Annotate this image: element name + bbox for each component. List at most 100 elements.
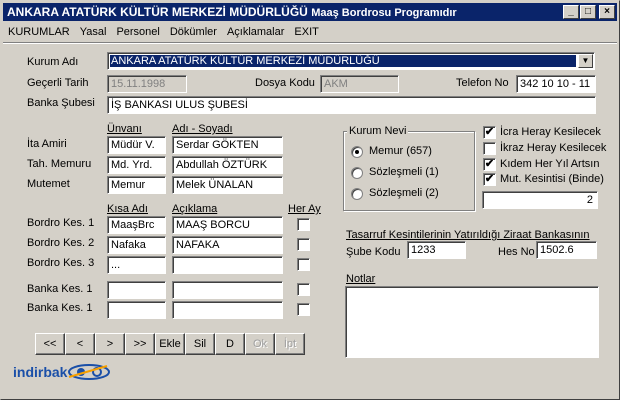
her-ay-header: Her Ay <box>288 203 321 215</box>
banka-kes-2-kisa-field[interactable] <box>107 301 166 319</box>
d-button[interactable]: D <box>215 333 245 355</box>
banka-kes-1-label: Banka Kes. 1 <box>27 283 93 295</box>
radio-sozlesmeli-2-label: Sözleşmeli (2) <box>369 187 439 199</box>
bordro-kes-1-her-ay-checkbox[interactable] <box>297 218 310 231</box>
banka-kes-2-label: Banka Kes. 1 <box>27 302 93 314</box>
kidem-checkbox[interactable]: ✔ <box>483 158 496 171</box>
bordro-kes-1-kisa-field[interactable]: MaaşBrc <box>107 216 166 234</box>
first-record-button[interactable]: << <box>35 333 65 355</box>
menu-aciklamalar-label: Açıklamalar <box>226 26 285 38</box>
window-subtitle: Maaş Bordrosu Programıdır <box>311 7 457 19</box>
title-bar: ANKARA ATATÜRK KÜLTÜR MERKEZİ MÜDÜRLÜĞÜ … <box>3 3 617 21</box>
logo-icon <box>68 364 111 380</box>
close-button[interactable]: × <box>599 5 615 19</box>
menu-kurumlar-label: KURUMLAR <box>8 26 70 38</box>
mutemet-ad-field[interactable]: Melek ÜNALAN <box>172 176 283 194</box>
radio-memur[interactable] <box>351 146 363 158</box>
bordro-kes-1-aciklama-field[interactable]: MAAŞ BORCU <box>172 216 283 234</box>
unvani-header: Ünvanı <box>107 123 142 135</box>
menu-bar: KURUMLAR Yasal Personel Dökümler Açıklam… <box>3 23 324 41</box>
radio-sozlesmeli-1-label: Sözleşmeli (1) <box>369 166 439 178</box>
menu-personel-label: Personel <box>116 26 160 38</box>
aciklama-header: Açıklama <box>172 203 218 215</box>
ok-button[interactable]: Ok <box>245 333 275 355</box>
prev-record-button[interactable]: < <box>65 333 95 355</box>
ita-amiri-label: İta Amiri <box>27 138 67 150</box>
kurum-adi-combo[interactable]: ANKARA ATATÜRK KÜLTÜR MERKEZİ MÜDÜRLÜĞÜ … <box>107 52 595 70</box>
chevron-down-icon[interactable]: ▼ <box>578 54 593 68</box>
menu-exit[interactable]: EXIT <box>289 23 323 41</box>
app-window: ANKARA ATATÜRK KÜLTÜR MERKEZİ MÜDÜRLÜĞÜ … <box>0 0 620 400</box>
ziraat-title: Tasarruf Kesintilerinin Yatırıldığı Zira… <box>346 229 590 241</box>
sube-kodu-field[interactable]: 1233 <box>407 241 466 259</box>
tah-memuru-label: Tah. Memuru <box>27 158 92 170</box>
dosya-kodu-label: Dosya Kodu <box>255 77 315 89</box>
tah-memuru-unvan-field[interactable]: Md. Yrd. <box>107 156 166 174</box>
banka-kes-1-aciklama-field[interactable] <box>172 281 283 299</box>
dosya-kodu-field[interactable]: AKM <box>320 75 399 93</box>
ita-amiri-unvan-field[interactable]: Müdür V. <box>107 136 166 154</box>
menu-kurumlar[interactable]: KURUMLAR <box>3 23 75 41</box>
hes-no-field[interactable]: 1502.6 <box>536 241 597 259</box>
kurum-adi-value: ANKARA ATATÜRK KÜLTÜR MERKEZİ MÜDÜRLÜĞÜ <box>110 55 576 67</box>
bordro-kes-2-label: Bordro Kes. 2 <box>27 237 95 249</box>
mutemet-label: Mutemet <box>27 178 70 190</box>
gecerli-tarih-field[interactable]: 15.11.1998 <box>107 75 187 93</box>
mutemet-unvan-field[interactable]: Memur <box>107 176 166 194</box>
sil-button[interactable]: Sil <box>185 333 215 355</box>
adi-soyadi-header: Adı - Soyadı <box>172 123 233 135</box>
telefon-field[interactable]: 342 10 10 - 11 <box>516 75 596 93</box>
last-record-button[interactable]: >> <box>125 333 155 355</box>
logo-text: indirbak <box>13 364 68 380</box>
radio-sozlesmeli-1[interactable] <box>351 167 363 179</box>
menu-exit-label: EXIT <box>294 26 319 38</box>
minimize-button[interactable]: _ <box>563 5 579 19</box>
indirbak-logo: indirbak <box>13 363 111 381</box>
window-controls: _ □ × <box>562 5 615 19</box>
mut-kesintisi-checkbox[interactable]: ✔ <box>483 173 496 186</box>
banka-kes-1-her-ay-checkbox[interactable] <box>297 283 310 296</box>
banka-kes-2-her-ay-checkbox[interactable] <box>297 303 310 316</box>
bordro-kes-3-her-ay-checkbox[interactable] <box>297 258 310 271</box>
menu-personel[interactable]: Personel <box>111 23 164 41</box>
banka-subesi-field[interactable]: İŞ BANKASI ULUS ŞUBESİ <box>107 96 596 114</box>
ipt-button[interactable]: İpt <box>275 333 305 355</box>
radio-sozlesmeli-2[interactable] <box>351 188 363 200</box>
ekle-button[interactable]: Ekle <box>155 333 185 355</box>
bordro-kes-3-label: Bordro Kes. 3 <box>27 257 95 269</box>
telefon-label: Telefon No <box>456 77 509 89</box>
bordro-kes-2-kisa-field[interactable]: Nafaka <box>107 236 166 254</box>
banka-subesi-label: Banka Şubesi <box>27 97 95 109</box>
binde-field[interactable]: 2 <box>482 191 598 209</box>
hes-no-label: Hes No <box>498 246 535 258</box>
ikraz-heray-checkbox[interactable] <box>483 142 496 155</box>
kidem-label: Kıdem Her Yıl Artsın <box>500 158 600 170</box>
tah-memuru-ad-field[interactable]: Abdullah ÖZTÜRK <box>172 156 283 174</box>
gecerli-tarih-label: Geçerli Tarih <box>27 77 89 89</box>
icra-heray-checkbox[interactable]: ✔ <box>483 126 496 139</box>
radio-memur-label: Memur (657) <box>369 145 432 157</box>
bordro-kes-3-aciklama-field[interactable] <box>172 256 283 274</box>
notlar-label: Notlar <box>346 273 376 285</box>
maximize-button[interactable]: □ <box>580 5 596 19</box>
banka-kes-2-aciklama-field[interactable] <box>172 301 283 319</box>
menu-separator <box>3 42 617 44</box>
kurum-adi-label: Kurum Adı <box>27 56 79 68</box>
icra-heray-label: İcra Heray Kesilecek <box>500 126 601 138</box>
kurum-nevi-title: Kurum Nevi <box>347 125 409 137</box>
bordro-kes-3-kisa-field[interactable]: ... <box>107 256 166 274</box>
bordro-kes-2-her-ay-checkbox[interactable] <box>297 238 310 251</box>
menu-aciklamalar[interactable]: Açıklamalar <box>222 23 289 41</box>
notlar-textarea[interactable] <box>345 286 599 358</box>
menu-dokumler[interactable]: Dökümler <box>165 23 222 41</box>
banka-kes-1-kisa-field[interactable] <box>107 281 166 299</box>
menu-yasal[interactable]: Yasal <box>75 23 112 41</box>
kisa-adi-header: Kısa Adı <box>107 203 148 215</box>
sube-kodu-label: Şube Kodu <box>346 246 401 258</box>
menu-dokumler-label: Dökümler <box>169 26 217 38</box>
window-title: ANKARA ATATÜRK KÜLTÜR MERKEZİ MÜDÜRLÜĞÜ <box>7 5 308 19</box>
mut-kesintisi-label: Mut. Kesintisi (Binde) <box>500 173 604 185</box>
ita-amiri-ad-field[interactable]: Serdar GÖKTEN <box>172 136 283 154</box>
next-record-button[interactable]: > <box>95 333 125 355</box>
bordro-kes-2-aciklama-field[interactable]: NAFAKA <box>172 236 283 254</box>
